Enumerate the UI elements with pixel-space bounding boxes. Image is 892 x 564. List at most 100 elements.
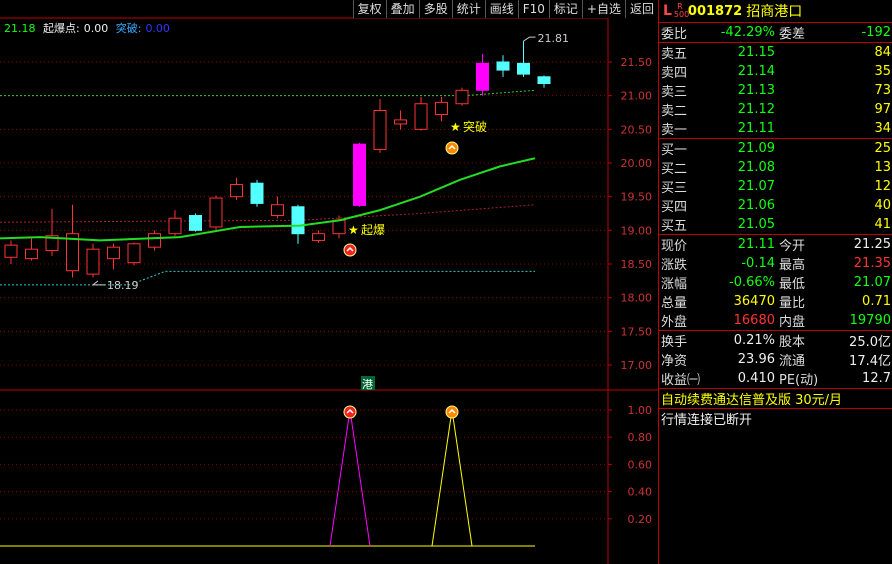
bid-row: 买二 21.08 13 — [659, 158, 892, 177]
stat-label: 股本 — [779, 335, 806, 350]
price-tick-label: 18.00 — [621, 292, 653, 305]
ask-volume: 35 — [874, 64, 891, 79]
bid-price: 21.06 — [737, 198, 775, 213]
toolbar-item-1[interactable]: 叠加 — [385, 0, 419, 18]
candle-body — [168, 217, 182, 235]
candle-body — [86, 248, 100, 275]
r500-tag: R 500 — [673, 2, 690, 19]
stat-label: 外盘 — [661, 315, 688, 330]
stat-label: 涨幅 — [661, 277, 688, 292]
candle — [4, 240, 18, 264]
star-icon: ★ — [450, 120, 461, 134]
toolbar-item-3[interactable]: 统计 — [451, 0, 485, 18]
bid-volume: 25 — [874, 141, 891, 156]
candle — [45, 208, 59, 256]
toolbar-item-7[interactable]: +自选 — [581, 0, 625, 18]
signal-ball-icon-circle — [343, 243, 357, 257]
candle-body — [373, 109, 387, 151]
candle-body — [189, 215, 202, 231]
kline-chart-area[interactable]: 21.50 21.00 20.50 20.00 19.50 19.00 18.50 18.00… — [0, 0, 658, 564]
candle — [537, 75, 551, 88]
ask-label: 卖二 — [661, 104, 688, 119]
toolbar-item-2[interactable]: 多股 — [418, 0, 452, 18]
candle — [66, 204, 79, 278]
bid-price: 21.08 — [737, 160, 775, 175]
candle-body — [230, 184, 243, 198]
bid-label: 买三 — [661, 181, 688, 196]
candle — [25, 238, 38, 261]
sub-signal-ball-icon-circle — [343, 405, 357, 419]
candle-body — [250, 182, 264, 204]
bid-row: 买四 21.06 40 — [659, 196, 892, 215]
candle — [230, 177, 243, 201]
candle-body — [148, 233, 161, 248]
toolbar-item-5[interactable]: F10 — [517, 0, 549, 18]
bid-volume: 41 — [874, 217, 891, 232]
candle — [168, 210, 182, 236]
stat-row: 涨幅 -0.66% 最低 21.07 — [659, 273, 892, 292]
stat-value: 12.7 — [862, 371, 891, 386]
quote-panel: L R 500 001872 招商港口 委比 -42.29% 委差 -192 卖… — [658, 0, 892, 564]
indicator-readout: 21.18 起爆点: 0.00 突破: 0.00 — [4, 20, 174, 36]
candle-body — [127, 243, 141, 264]
sub-tick-label: 0.20 — [628, 513, 653, 526]
status-row: 行情连接已断开 — [659, 409, 892, 428]
stat-value: 23.96 — [737, 352, 775, 367]
quote-header: L R 500 001872 招商港口 — [659, 0, 892, 23]
high-pointer — [523, 36, 536, 42]
candle — [209, 195, 223, 231]
ad-row[interactable]: 自动续费通达信普及版 30元/月 — [659, 389, 892, 409]
candle-body — [517, 62, 530, 75]
toolbar-item-0[interactable]: 复权 — [352, 0, 386, 18]
stock-code: 001872 — [687, 3, 743, 19]
stat-value: -0.14 — [741, 256, 775, 271]
candle-body — [537, 76, 551, 85]
ask-row: 卖三 21.13 73 — [659, 81, 892, 100]
candle — [271, 196, 284, 219]
toolbar-item-8[interactable]: 返回 — [624, 0, 658, 18]
bid-volume: 12 — [874, 179, 891, 194]
stat-label: 收益㈠ — [661, 373, 701, 388]
ask-price: 21.12 — [737, 102, 775, 117]
ask-label: 卖五 — [661, 47, 688, 62]
ad-text[interactable]: 自动续费通达信普及版 30元/月 — [661, 389, 842, 408]
kline-chart[interactable]: 21.50 21.00 20.50 20.00 19.50 19.00 18.50 18.00… — [0, 0, 658, 564]
toolbar-item-4[interactable]: 画线 — [484, 0, 518, 18]
candle-body — [476, 62, 489, 91]
candle-body — [496, 61, 510, 71]
stat-row: 净资 23.96 流通 17.4亿 — [659, 350, 892, 369]
candle — [148, 230, 161, 251]
sub-signal-ball-icon-circle — [445, 405, 459, 419]
price-tick-label: 19.00 — [621, 224, 653, 237]
high-label: 21.81 — [538, 32, 570, 45]
toolbar-item-6[interactable]: 标记 — [548, 0, 582, 18]
ask-row: 卖四 21.14 35 — [659, 62, 892, 81]
low-label: 18.19 — [107, 279, 139, 292]
tupo-annotation: 突破 — [463, 119, 487, 134]
bid-book: 买一 21.09 25 买二 21.08 13 买三 21.07 12 买四 21.06 40 买五 21… — [659, 139, 892, 235]
candle — [496, 55, 510, 77]
market-tag: L — [663, 3, 672, 19]
ask-label: 卖一 — [661, 123, 688, 138]
candle-body — [107, 246, 120, 260]
ask-volume: 97 — [874, 102, 891, 117]
stat-value: 0.21% — [733, 333, 775, 348]
candle — [455, 87, 469, 106]
signal-ball-icon-circle — [445, 141, 459, 155]
price-tick-label: 21.00 — [621, 90, 653, 103]
ask-price: 21.13 — [737, 83, 775, 98]
chart-toolbar: 复权 叠加 多股 统计 画线 F10 标记 +自选 返回 — [352, 0, 658, 18]
candle — [435, 97, 448, 122]
bid-label: 买四 — [661, 200, 688, 215]
tupo-label: 突破: — [115, 22, 142, 35]
weibi-label: 委比 — [661, 27, 688, 42]
tupo-value: 0.00 — [145, 22, 170, 35]
weicha-label: 委差 — [779, 27, 806, 42]
candle-body — [394, 119, 407, 125]
stat-label: 换手 — [661, 335, 688, 350]
stat-row: 收益㈠ 0.410 PE(动) 12.7 — [659, 369, 892, 388]
indicator-price: 21.18 — [4, 22, 36, 35]
price-stats: 现价 21.11 今开 21.25 涨跌 -0.14 最高 21.35 涨幅 -0.66% 最低 21… — [659, 235, 892, 331]
stat-label: 内盘 — [779, 315, 806, 330]
stat-row: 外盘 16680 内盘 19790 — [659, 311, 892, 330]
